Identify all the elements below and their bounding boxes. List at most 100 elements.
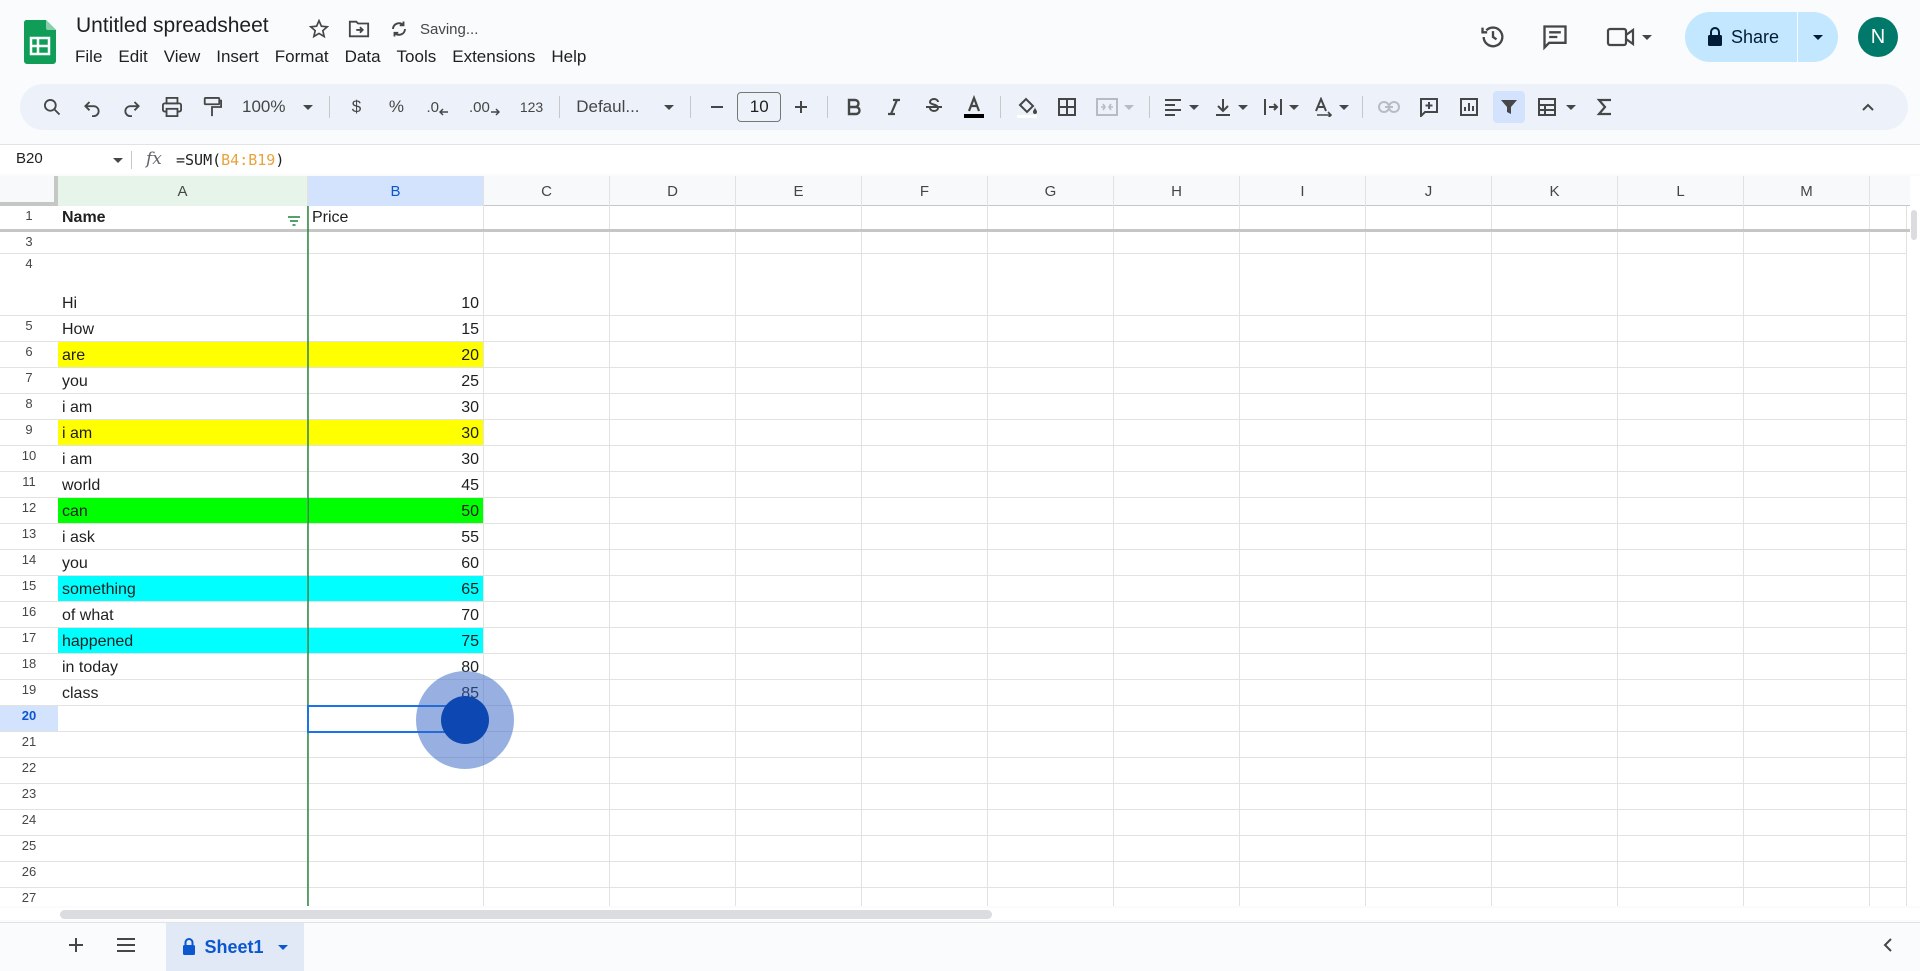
cell[interactable] <box>736 758 862 783</box>
doc-title[interactable]: Untitled spreadsheet <box>76 14 269 38</box>
cell[interactable] <box>1744 602 1870 627</box>
cell[interactable] <box>1744 862 1870 887</box>
cell[interactable] <box>610 206 736 229</box>
cell[interactable] <box>1618 862 1744 887</box>
cell-price[interactable]: 25 <box>308 368 484 393</box>
cell[interactable] <box>1618 342 1744 367</box>
star-icon[interactable] <box>306 16 332 42</box>
row-header-19[interactable]: 19 <box>0 680 58 706</box>
cell[interactable] <box>1366 446 1492 471</box>
cell[interactable] <box>1366 810 1492 835</box>
menu-tools[interactable]: Tools <box>389 45 445 69</box>
cell[interactable] <box>736 498 862 523</box>
cell[interactable] <box>610 654 736 679</box>
cell[interactable] <box>1744 576 1870 601</box>
row-header-9[interactable]: 9 <box>0 420 58 446</box>
cell-name[interactable]: world <box>58 472 308 497</box>
row-header-4[interactable]: 4 <box>0 254 58 316</box>
cell[interactable] <box>1114 254 1240 315</box>
cell-price[interactable] <box>308 232 484 253</box>
cell[interactable] <box>736 680 862 705</box>
cell[interactable] <box>1240 706 1366 731</box>
column-header-j[interactable]: J <box>1366 176 1492 206</box>
cell[interactable] <box>1492 602 1618 627</box>
column-header-d[interactable]: D <box>610 176 736 206</box>
row-header-13[interactable]: 13 <box>0 524 58 550</box>
cell[interactable] <box>736 654 862 679</box>
cell[interactable] <box>610 550 736 575</box>
cell-price[interactable] <box>308 784 484 809</box>
cell[interactable] <box>1492 680 1618 705</box>
cell[interactable] <box>1240 368 1366 393</box>
cell[interactable] <box>862 550 988 575</box>
cell[interactable] <box>1240 732 1366 757</box>
cell[interactable] <box>862 254 988 315</box>
cell[interactable] <box>1618 394 1744 419</box>
cell[interactable] <box>1618 654 1744 679</box>
cell[interactable] <box>484 888 610 906</box>
cell[interactable] <box>736 706 862 731</box>
cell[interactable] <box>484 368 610 393</box>
cell[interactable] <box>484 784 610 809</box>
cell[interactable] <box>988 472 1114 497</box>
name-box-dropdown-icon[interactable] <box>113 158 123 163</box>
cell[interactable] <box>1114 394 1240 419</box>
column-header-k[interactable]: K <box>1492 176 1618 206</box>
format-currency-button[interactable]: $ <box>340 91 372 123</box>
cell[interactable] <box>988 232 1114 253</box>
row-header-16[interactable]: 16 <box>0 602 58 628</box>
cell[interactable] <box>1744 550 1870 575</box>
cell[interactable] <box>1240 836 1366 861</box>
cell[interactable] <box>1366 654 1492 679</box>
sheets-logo-icon[interactable] <box>23 20 56 64</box>
cell[interactable] <box>1366 862 1492 887</box>
cell[interactable] <box>1366 206 1492 229</box>
font-family-select[interactable]: Defaul... <box>570 91 680 123</box>
filter-icon[interactable] <box>1493 91 1526 123</box>
cell[interactable] <box>1366 550 1492 575</box>
cell-name[interactable]: you <box>58 550 308 575</box>
cell[interactable] <box>1744 472 1870 497</box>
cell[interactable] <box>1114 810 1240 835</box>
cell-price[interactable]: 50 <box>308 498 484 523</box>
cell[interactable] <box>610 810 736 835</box>
cell[interactable] <box>1618 836 1744 861</box>
cell[interactable] <box>1618 498 1744 523</box>
cell[interactable] <box>1240 550 1366 575</box>
cell[interactable] <box>736 232 862 253</box>
cell[interactable] <box>736 888 862 906</box>
cell[interactable] <box>1492 628 1618 653</box>
cell[interactable] <box>1744 654 1870 679</box>
cell[interactable] <box>988 862 1114 887</box>
avatar[interactable]: N <box>1858 17 1898 57</box>
cell[interactable] <box>610 680 736 705</box>
cell[interactable] <box>736 810 862 835</box>
cell-name[interactable]: i am <box>58 420 308 445</box>
cell[interactable] <box>1114 602 1240 627</box>
row-header-21[interactable]: 21 <box>0 732 58 758</box>
cell[interactable] <box>1366 420 1492 445</box>
row-header-1[interactable]: 1 <box>0 206 58 230</box>
cell[interactable] <box>1366 368 1492 393</box>
cell[interactable] <box>610 498 736 523</box>
text-color-icon[interactable] <box>958 91 990 123</box>
menu-file[interactable]: File <box>67 45 110 69</box>
cell[interactable] <box>484 232 610 253</box>
cell-name[interactable]: How <box>58 316 308 341</box>
cell[interactable] <box>736 446 862 471</box>
menu-edit[interactable]: Edit <box>110 45 155 69</box>
cell[interactable] <box>1114 472 1240 497</box>
row-header-24[interactable]: 24 <box>0 810 58 836</box>
cell[interactable] <box>1744 232 1870 253</box>
cell[interactable] <box>862 602 988 627</box>
cell[interactable] <box>1618 706 1744 731</box>
row-header-11[interactable]: 11 <box>0 472 58 498</box>
cell[interactable] <box>1492 342 1618 367</box>
frozen-row-divider[interactable] <box>0 229 1910 232</box>
hide-menus-chevron-up-icon[interactable] <box>1852 91 1884 123</box>
cell[interactable] <box>610 254 736 315</box>
row-header-15[interactable]: 15 <box>0 576 58 602</box>
cell[interactable] <box>1492 576 1618 601</box>
cell[interactable] <box>1366 628 1492 653</box>
cell[interactable] <box>1492 232 1618 253</box>
